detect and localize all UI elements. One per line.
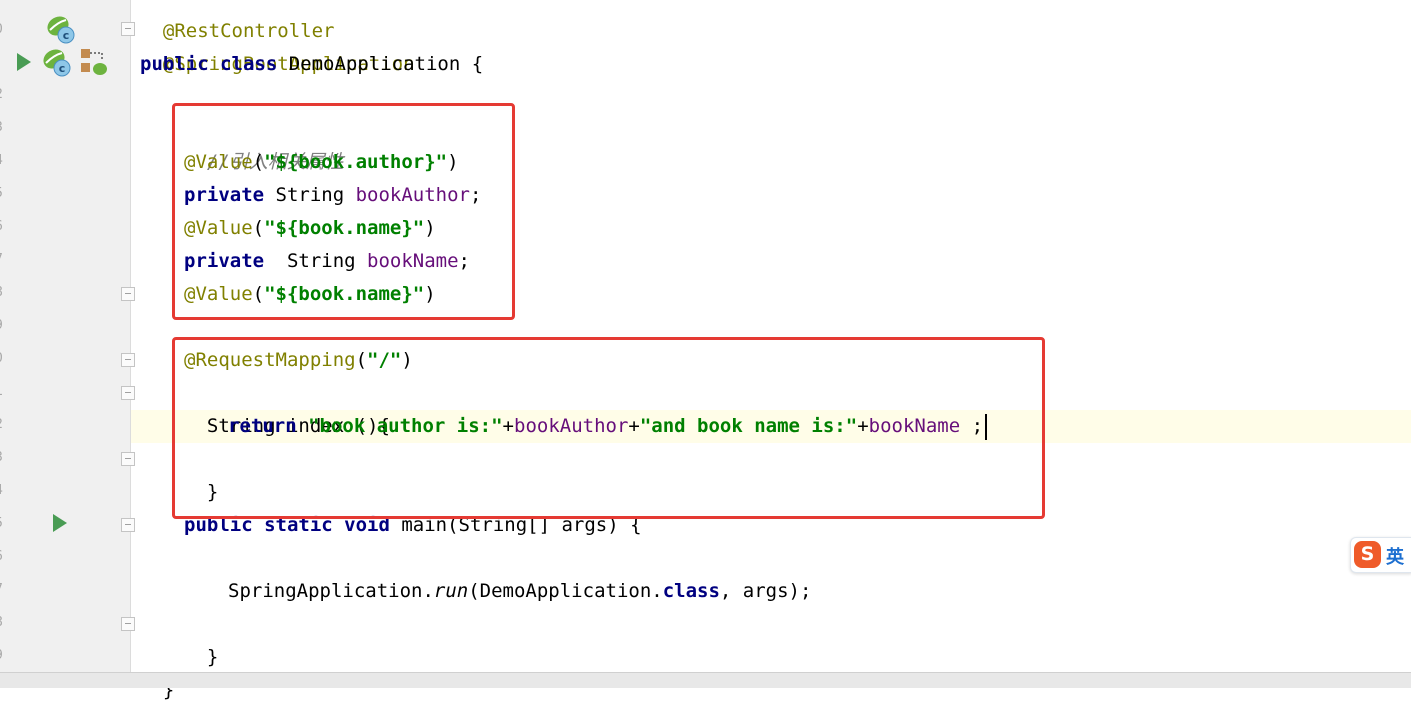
editor-gutter[interactable]: 0 2 3 4 5 6 7 8 9 0 1 2 3 4 5 6 7 8 9 c …: [0, 0, 135, 672]
line-number: 2: [0, 87, 5, 102]
line-number: 0: [0, 351, 5, 366]
line-number: 8: [0, 615, 5, 630]
brace-token: }: [206, 646, 219, 668]
args-token: , args);: [719, 580, 812, 602]
line-number: 4: [0, 483, 5, 498]
line-number: 9: [0, 318, 5, 333]
fold-marker-icon[interactable]: [121, 386, 135, 400]
code-line[interactable]: }: [140, 641, 174, 701]
keyword-token: class: [662, 580, 720, 602]
line-number: 3: [0, 450, 5, 465]
keyword-token: public class: [140, 53, 278, 75]
svg-text:c: c: [59, 62, 66, 75]
ime-language-label: 英: [1386, 547, 1404, 568]
code-line[interactable]: @RestController: [140, 0, 335, 42]
line-number: 2: [0, 417, 5, 432]
class-c-icon[interactable]: c: [40, 47, 76, 79]
line-number: 6: [0, 549, 5, 564]
class-ref-token: SpringApplication.: [228, 580, 434, 602]
line-number: 6: [0, 219, 5, 234]
svg-text:c: c: [63, 29, 70, 42]
line-number: 1: [0, 384, 5, 399]
line-number: 7: [0, 252, 5, 267]
code-line[interactable]: @SpringBootApplication: [140, 15, 415, 75]
line-number: 5: [0, 186, 5, 201]
fold-marker-icon[interactable]: [121, 452, 135, 466]
spring-bean-icon[interactable]: c: [44, 14, 80, 46]
run-gutter-icon[interactable]: [53, 514, 67, 532]
run-gutter-icon[interactable]: [17, 53, 31, 71]
line-number: 9: [0, 648, 5, 663]
navigate-config-icon[interactable]: [78, 46, 110, 78]
fold-marker-icon[interactable]: [121, 518, 135, 532]
code-line[interactable]: public class DemoApplication {: [140, 48, 483, 81]
fold-marker-icon[interactable]: [121, 287, 135, 301]
line-number: 3: [0, 120, 5, 135]
line-number: 8: [0, 285, 5, 300]
fold-marker-icon[interactable]: [121, 617, 135, 631]
ime-indicator[interactable]: S 英: [1350, 537, 1411, 573]
line-number: 5: [0, 516, 5, 531]
highlight-box-method: [172, 337, 1045, 519]
method-call-token: run: [433, 580, 469, 602]
horizontal-scrollbar[interactable]: [0, 672, 1411, 688]
line-number: 4: [0, 153, 5, 168]
line-number: 7: [0, 582, 5, 597]
fold-marker-icon[interactable]: [121, 22, 135, 36]
class-name-token: DemoApplication {: [277, 53, 484, 75]
line-number: 0: [0, 22, 5, 37]
fold-marker-icon[interactable]: [121, 353, 135, 367]
args-token: (DemoApplication.: [468, 580, 663, 602]
code-line[interactable]: }: [184, 608, 218, 668]
code-line[interactable]: SpringApplication.run(DemoApplication.cl…: [228, 575, 811, 608]
highlight-box-fields: [172, 103, 515, 320]
sogou-logo-icon: S: [1354, 541, 1381, 568]
